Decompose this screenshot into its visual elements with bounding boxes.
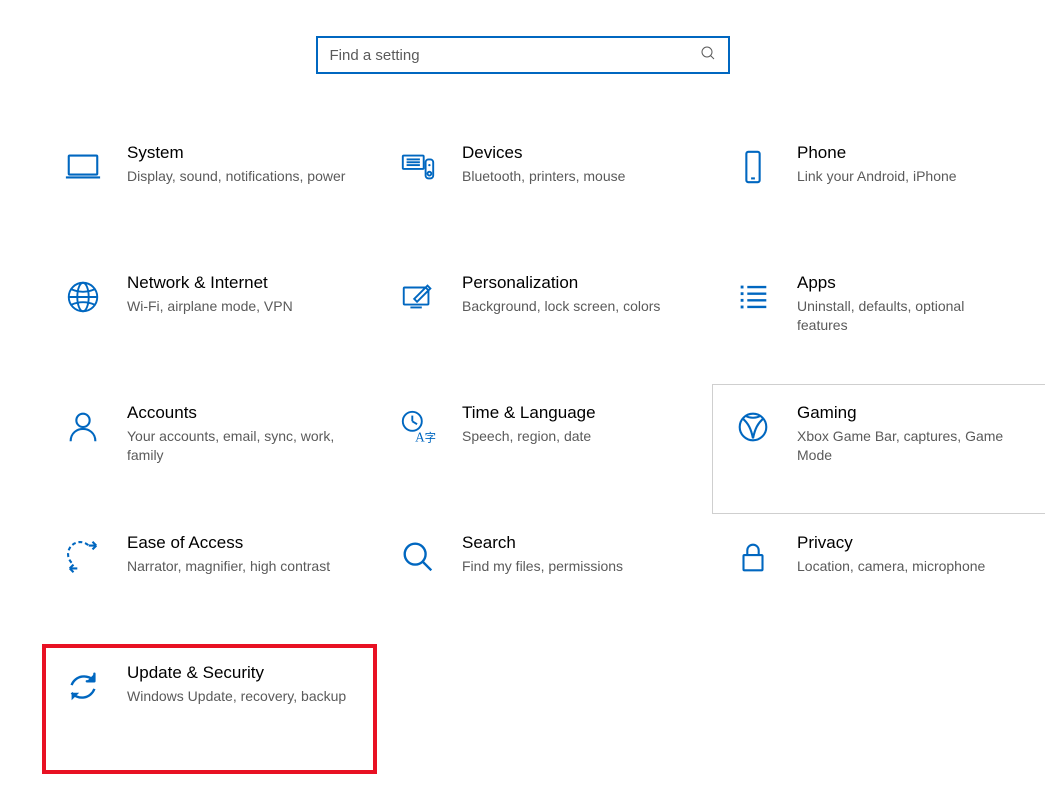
tile-devices[interactable]: Devices Bluetooth, printers, mouse	[377, 124, 712, 254]
tile-desc: Uninstall, defaults, optional features	[797, 297, 1018, 335]
tile-network[interactable]: Network & Internet Wi-Fi, airplane mode,…	[42, 254, 377, 384]
tile-title: Network & Internet	[127, 273, 348, 293]
tile-desc: Display, sound, notifications, power	[127, 167, 348, 186]
tile-time-language[interactable]: A 字 Time & Language Speech, region, date	[377, 384, 712, 514]
tile-text: Accounts Your accounts, email, sync, wor…	[127, 403, 358, 465]
tile-desc: Your accounts, email, sync, work, family	[127, 427, 348, 465]
tile-title: Personalization	[462, 273, 683, 293]
svg-text:字: 字	[425, 430, 436, 444]
tile-title: Search	[462, 533, 683, 553]
tile-text: Devices Bluetooth, printers, mouse	[462, 143, 693, 186]
tile-text: Network & Internet Wi-Fi, airplane mode,…	[127, 273, 358, 316]
update-security-icon	[61, 665, 105, 709]
tile-phone[interactable]: Phone Link your Android, iPhone	[712, 124, 1045, 254]
tile-desc: Wi-Fi, airplane mode, VPN	[127, 297, 348, 316]
tile-text: Apps Uninstall, defaults, optional featu…	[797, 273, 1028, 335]
tile-text: Privacy Location, camera, microphone	[797, 533, 1028, 576]
tile-title: System	[127, 143, 348, 163]
tile-title: Privacy	[797, 533, 1018, 553]
tile-accounts[interactable]: Accounts Your accounts, email, sync, wor…	[42, 384, 377, 514]
tile-text: Personalization Background, lock screen,…	[462, 273, 693, 316]
accounts-icon	[61, 405, 105, 449]
tile-desc: Bluetooth, printers, mouse	[462, 167, 683, 186]
tile-title: Gaming	[797, 403, 1018, 423]
tile-apps[interactable]: Apps Uninstall, defaults, optional featu…	[712, 254, 1045, 384]
network-icon	[61, 275, 105, 319]
tile-text: Ease of Access Narrator, magnifier, high…	[127, 533, 358, 576]
tile-text: Time & Language Speech, region, date	[462, 403, 693, 446]
tile-title: Accounts	[127, 403, 348, 423]
tile-desc: Windows Update, recovery, backup	[127, 687, 348, 706]
search-container	[0, 0, 1045, 124]
search-icon	[700, 45, 716, 65]
tile-privacy[interactable]: Privacy Location, camera, microphone	[712, 514, 1045, 644]
tile-update-security[interactable]: Update & Security Windows Update, recove…	[42, 644, 377, 774]
tile-desc: Background, lock screen, colors	[462, 297, 683, 316]
tile-title: Ease of Access	[127, 533, 348, 553]
system-icon	[61, 145, 105, 189]
devices-icon	[396, 145, 440, 189]
tile-text: Search Find my files, permissions	[462, 533, 693, 576]
tile-desc: Narrator, magnifier, high contrast	[127, 557, 348, 576]
tile-desc: Xbox Game Bar, captures, Game Mode	[797, 427, 1018, 465]
tile-title: Apps	[797, 273, 1018, 293]
privacy-icon	[731, 535, 775, 579]
tile-desc: Speech, region, date	[462, 427, 683, 446]
search-box[interactable]	[316, 36, 730, 74]
tile-system[interactable]: System Display, sound, notifications, po…	[42, 124, 377, 254]
gaming-icon	[731, 405, 775, 449]
phone-icon	[731, 145, 775, 189]
tile-title: Devices	[462, 143, 683, 163]
svg-text:A: A	[415, 429, 425, 444]
tile-text: Update & Security Windows Update, recove…	[127, 663, 358, 706]
search-input[interactable]	[330, 47, 700, 64]
tile-search[interactable]: Search Find my files, permissions	[377, 514, 712, 644]
settings-grid: System Display, sound, notifications, po…	[0, 124, 1045, 774]
tile-text: System Display, sound, notifications, po…	[127, 143, 358, 186]
tile-text: Gaming Xbox Game Bar, captures, Game Mod…	[797, 403, 1028, 465]
tile-desc: Link your Android, iPhone	[797, 167, 1018, 186]
tile-desc: Location, camera, microphone	[797, 557, 1018, 576]
personalization-icon	[396, 275, 440, 319]
tile-personalization[interactable]: Personalization Background, lock screen,…	[377, 254, 712, 384]
tile-title: Time & Language	[462, 403, 683, 423]
tile-title: Update & Security	[127, 663, 348, 683]
tile-desc: Find my files, permissions	[462, 557, 683, 576]
tile-gaming[interactable]: Gaming Xbox Game Bar, captures, Game Mod…	[712, 384, 1045, 514]
search-tile-icon	[396, 535, 440, 579]
tile-title: Phone	[797, 143, 1018, 163]
time-language-icon: A 字	[396, 405, 440, 449]
tile-text: Phone Link your Android, iPhone	[797, 143, 1028, 186]
ease-of-access-icon	[61, 535, 105, 579]
tile-ease-of-access[interactable]: Ease of Access Narrator, magnifier, high…	[42, 514, 377, 644]
apps-icon	[731, 275, 775, 319]
